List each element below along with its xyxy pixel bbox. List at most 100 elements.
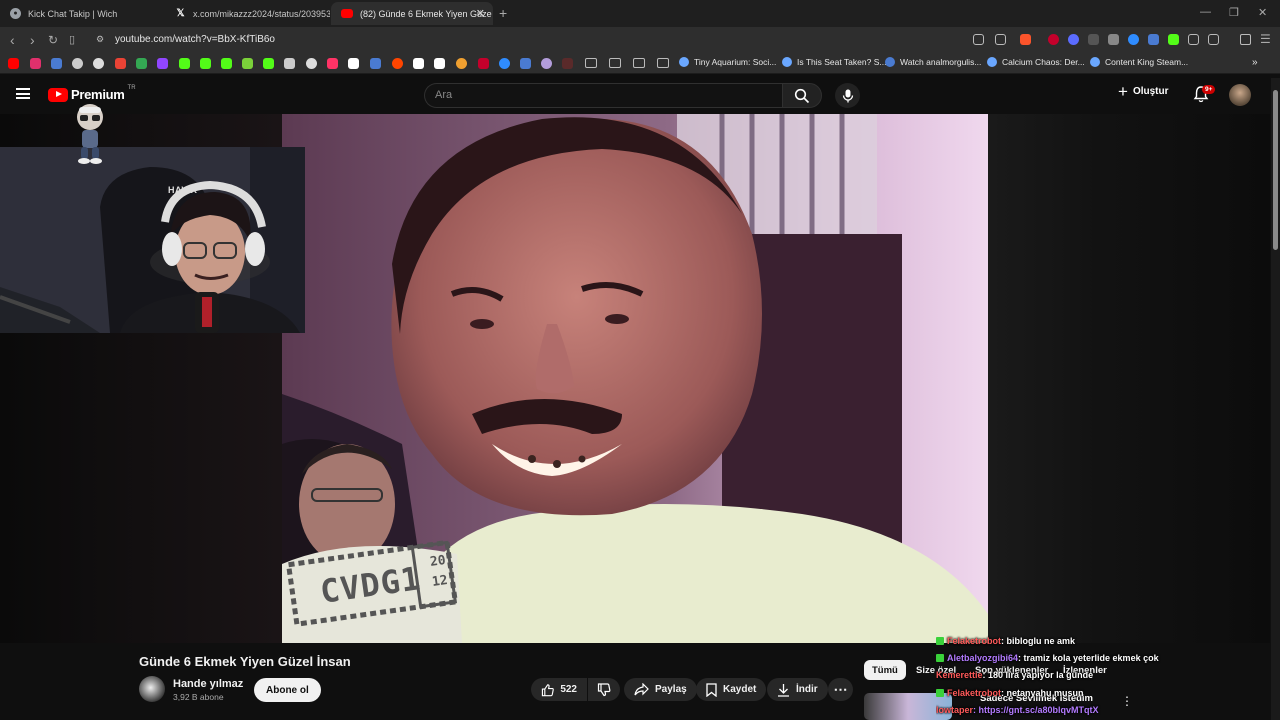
sidebar-icon[interactable] xyxy=(1208,34,1219,45)
folder-icon[interactable] xyxy=(585,58,597,68)
cast-icon[interactable] xyxy=(973,34,984,45)
bookmark-icon[interactable] xyxy=(327,58,338,69)
bookmark-item[interactable]: Calcium Chaos: Der... xyxy=(987,57,1085,67)
amazon-bookmark-icon[interactable] xyxy=(434,58,445,69)
browser-tab[interactable]: ● Kick Chat Takip | Wich xyxy=(0,2,168,25)
dislike-button[interactable] xyxy=(588,678,620,701)
bookmark-icon[interactable] xyxy=(541,58,552,69)
share-icon[interactable] xyxy=(995,34,1006,45)
search-input[interactable] xyxy=(435,89,765,101)
subscribe-button[interactable]: Abone ol xyxy=(254,678,321,702)
site-info-icon[interactable]: ⚙ xyxy=(96,34,104,45)
youtube-header: Premium TR + Oluştur 9+ xyxy=(0,75,1280,115)
address-bar[interactable]: ⚙ youtube.com/watch?v=BbX-KfTiB6o xyxy=(88,30,1033,50)
bookmark-icon[interactable] xyxy=(306,58,317,69)
account-avatar[interactable] xyxy=(1229,84,1251,106)
save-button[interactable]: Kaydet xyxy=(696,678,767,701)
kick-bookmark-icon[interactable] xyxy=(263,58,274,69)
youtube-bookmark-icon[interactable] xyxy=(8,58,19,69)
bookmark-page-icon[interactable]: ▯ xyxy=(69,33,75,46)
close-window-icon[interactable]: ✕ xyxy=(1258,6,1267,19)
bookmark-item[interactable]: Is This Seat Taken? S... xyxy=(782,57,886,67)
scrollbar-thumb[interactable] xyxy=(1273,90,1278,250)
globe-icon: ● xyxy=(10,8,21,19)
brave-shield-icon[interactable] xyxy=(1020,34,1031,45)
plus-icon: + xyxy=(1118,81,1128,101)
create-button[interactable]: + Oluştur xyxy=(1118,81,1169,101)
browser-tab-active[interactable]: (82) Günde 6 Ekmek Yiyen Güze ✕ xyxy=(331,2,493,25)
gmail-bookmark-icon[interactable] xyxy=(115,58,126,69)
channel-avatar[interactable] xyxy=(139,676,165,702)
download-label: İndir xyxy=(796,684,818,695)
folder-icon[interactable] xyxy=(633,58,645,68)
youtube-logo[interactable]: Premium TR xyxy=(48,84,136,102)
voice-search-button[interactable] xyxy=(835,83,860,108)
extensions-icon[interactable] xyxy=(1188,34,1199,45)
bookmark-item[interactable]: Content King Steam... xyxy=(1090,57,1188,67)
bookmark-icon[interactable] xyxy=(242,58,253,69)
more-bookmarks-icon[interactable]: » xyxy=(1252,57,1258,68)
folder-icon[interactable] xyxy=(657,58,669,68)
minimize-icon[interactable]: — xyxy=(1200,6,1211,18)
page-scrollbar[interactable] xyxy=(1271,78,1280,720)
instagram-bookmark-icon[interactable] xyxy=(30,58,41,69)
share-button[interactable]: Paylaş xyxy=(624,678,697,701)
bookmark-icon[interactable] xyxy=(562,58,573,69)
new-tab-icon[interactable]: + xyxy=(499,5,507,21)
chat-username: Kemerettie xyxy=(936,670,983,680)
bookmark-icon[interactable] xyxy=(51,58,62,69)
menu-icon[interactable]: ☰ xyxy=(1260,32,1271,46)
kick-icon[interactable] xyxy=(1168,34,1179,45)
drive-bookmark-icon[interactable] xyxy=(136,58,147,69)
bookmark-icon[interactable] xyxy=(499,58,510,69)
search-button[interactable] xyxy=(782,83,822,108)
bookmark-icon[interactable] xyxy=(370,58,381,69)
reload-icon[interactable]: ↻ xyxy=(48,33,58,47)
bookmarks-bar: Tiny Aquarium: Soci... Is This Seat Take… xyxy=(0,53,1280,74)
create-label: Oluştur xyxy=(1132,86,1169,97)
search-box[interactable] xyxy=(424,83,782,108)
download-icon xyxy=(778,683,789,697)
folder-icon[interactable] xyxy=(609,58,621,68)
more-actions-icon[interactable]: ⋯ xyxy=(828,678,853,701)
bookmark-icon[interactable] xyxy=(520,58,531,69)
like-button[interactable]: 522 xyxy=(531,678,587,701)
search-icon xyxy=(794,88,810,103)
extension-icon[interactable] xyxy=(1128,34,1139,45)
back-icon[interactable]: ‹ xyxy=(10,32,15,48)
download-button[interactable]: İndir xyxy=(767,678,828,701)
extension-icon[interactable] xyxy=(1068,34,1079,45)
reddit-bookmark-icon[interactable] xyxy=(392,58,403,69)
video-player[interactable]: CVDG1 20 12 xyxy=(282,114,988,643)
bookmark-icon[interactable] xyxy=(413,58,424,69)
bookmark-icon[interactable] xyxy=(478,58,489,69)
restore-icon[interactable]: ❐ xyxy=(1229,6,1239,19)
bookmark-item[interactable]: Tiny Aquarium: Soci... xyxy=(679,57,776,67)
extension-icon[interactable] xyxy=(1088,34,1099,45)
share-arrow-icon xyxy=(634,683,649,696)
region-code: TR xyxy=(127,84,136,91)
forward-icon[interactable]: › xyxy=(30,32,35,48)
browser-tab[interactable]: 𝕏 x.com/mikazzz2024/status/2039539 xyxy=(165,2,330,25)
save-label: Kaydet xyxy=(723,684,757,695)
subscriber-count: 3,92 B abone xyxy=(173,692,224,702)
extension-icon[interactable] xyxy=(1148,34,1159,45)
kick-bookmark-icon[interactable] xyxy=(221,58,232,69)
bookmark-icon[interactable] xyxy=(93,58,104,69)
ublock-icon[interactable] xyxy=(1048,34,1059,45)
guide-menu-icon[interactable] xyxy=(16,88,30,99)
bookmark-icon[interactable] xyxy=(72,58,83,69)
twitch-bookmark-icon[interactable] xyxy=(157,58,168,69)
kick-bookmark-icon[interactable] xyxy=(179,58,190,69)
x-bookmark-icon[interactable] xyxy=(348,58,359,69)
channel-name[interactable]: Hande yılmaz xyxy=(173,678,243,690)
chat-text: : 180 lira yapıyor la günde xyxy=(982,670,1094,680)
close-tab-icon[interactable]: ✕ xyxy=(476,7,485,20)
kick-bookmark-icon[interactable] xyxy=(200,58,211,69)
bookmark-icon[interactable] xyxy=(456,58,467,69)
bookmark-item[interactable]: Watch analmorgulis... xyxy=(885,57,981,67)
equalizer-icon[interactable] xyxy=(1240,34,1251,45)
extension-icon[interactable] xyxy=(1108,34,1119,45)
chip-all[interactable]: Tümü xyxy=(864,660,906,680)
bookmark-icon[interactable] xyxy=(284,58,295,69)
